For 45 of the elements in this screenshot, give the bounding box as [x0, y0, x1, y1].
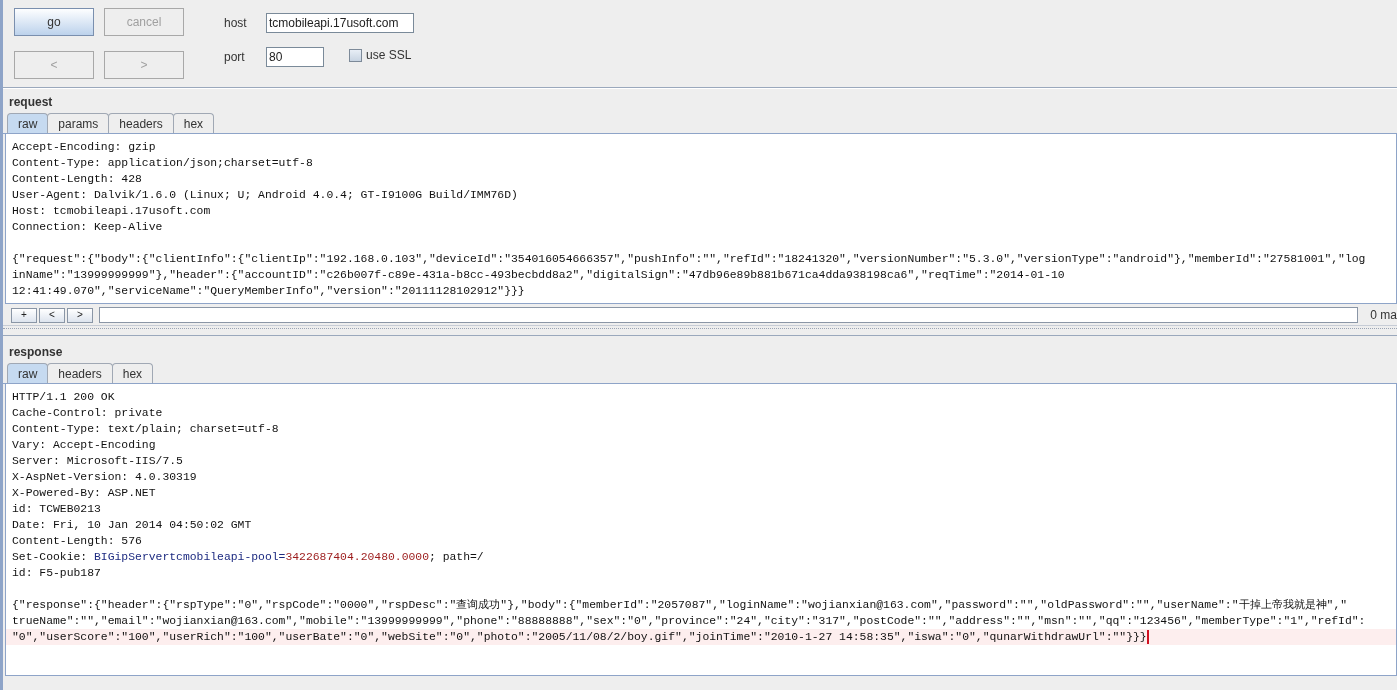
search-nav-button[interactable]: <: [38, 307, 65, 323]
code-line: Set-Cookie: BIGipServertcmobileapi-pool=3422687404.20480.0000; path=/: [12, 550, 484, 565]
code-line: 12:41:49.070","serviceName":"QueryMemberInfo","version":"20111128102912"}}}: [12, 284, 525, 299]
tab[interactable]: params: [47, 113, 110, 133]
section-title: response: [8, 344, 64, 360]
match-count: 0 ma: [1370, 308, 1397, 322]
code-line: id: TCWEB0213: [12, 502, 101, 517]
use-ssl-checkbox[interactable]: use SSL: [349, 48, 412, 62]
code-line: id: F5-pub187: [12, 566, 101, 581]
search-nav-button[interactable]: +: [11, 307, 37, 323]
search-nav-button[interactable]: >: [66, 307, 93, 323]
section-title: request: [8, 94, 54, 110]
code-line: Vary: Accept-Encoding: [12, 438, 156, 453]
message-editor[interactable]: [5, 384, 1397, 676]
tab[interactable]: hex: [172, 113, 215, 133]
port-field[interactable]: 80: [266, 47, 324, 67]
code-line: Content-Length: 576: [12, 534, 142, 549]
host-label: host: [224, 16, 248, 30]
text-cursor: [1146, 630, 1149, 644]
tab[interactable]: raw: [7, 113, 49, 133]
host-field[interactable]: tcmobileapi.17usoft.com: [266, 13, 414, 33]
code-line: Host: tcmobileapi.17usoft.com: [12, 204, 211, 219]
code-line: {"response":{"header":{"rspType":"0","rspCode":"0000","rspDesc":"查询成功"},"body":{"memberId":"2057087","loginName":"wojianxian@163.com","password":"","oldPassword":"","userName":"干掉上帝我就是神",": [12, 598, 1348, 613]
code-line: X-Powered-By: ASP.NET: [12, 486, 156, 501]
port-label: port: [224, 50, 246, 64]
code-line: inName":"13999999999"},"header":{"accountID":"c26b007f-c89e-431a-b8cc-493becbdd8a2","digitalSign":"47db96e89b881b671ca4dda938198ca6","reqTime":"2014-01-10: [12, 268, 1065, 283]
code-line: Content-Type: text/plain; charset=utf-8: [12, 422, 279, 437]
code-line: User-Agent: Dalvik/1.6.0 (Linux; U; Android 4.0.4; GT-I9100G Build/IMM76D): [12, 188, 518, 203]
splitter-handle[interactable]: [3, 328, 1397, 336]
message-editor[interactable]: [5, 134, 1397, 304]
tab[interactable]: raw: [7, 363, 49, 383]
code-line: {"request":{"body":{"clientInfo":{"clientIp":"192.168.0.103","deviceId":"354016054666357","pushInfo":"","refId":"18241320","versionNumber":"5.3.0","versionType":"android"},"memberId":"27581001","log: [12, 252, 1366, 267]
code-line: Accept-Encoding: gzip: [12, 140, 156, 155]
search-field[interactable]: [98, 307, 1359, 323]
tab[interactable]: hex: [111, 363, 154, 383]
code-line: trueName":"","email":"wojianxian@163.com","mobile":"13999999999","phone":"88888888","sex":"0","province":"24","city":"317","postCode":"","address":"","msn":"","qq":"123456","memberType":"1","refId":: [12, 614, 1366, 629]
go-button[interactable]: go: [14, 8, 94, 36]
code-line: Connection: Keep-Alive: [12, 220, 163, 235]
code-line: Cache-Control: private: [12, 406, 163, 421]
code-line: X-AspNet-Version: 4.0.30319: [12, 470, 197, 485]
code-line: HTTP/1.1 200 OK: [12, 390, 115, 405]
code-line: Date: Fri, 10 Jan 2014 04:50:02 GMT: [12, 518, 252, 533]
code-line: Server: Microsoft-IIS/7.5: [12, 454, 183, 469]
code-line: Content-Length: 428: [12, 172, 142, 187]
code-line: Content-Type: application/json;charset=utf-8: [12, 156, 313, 171]
